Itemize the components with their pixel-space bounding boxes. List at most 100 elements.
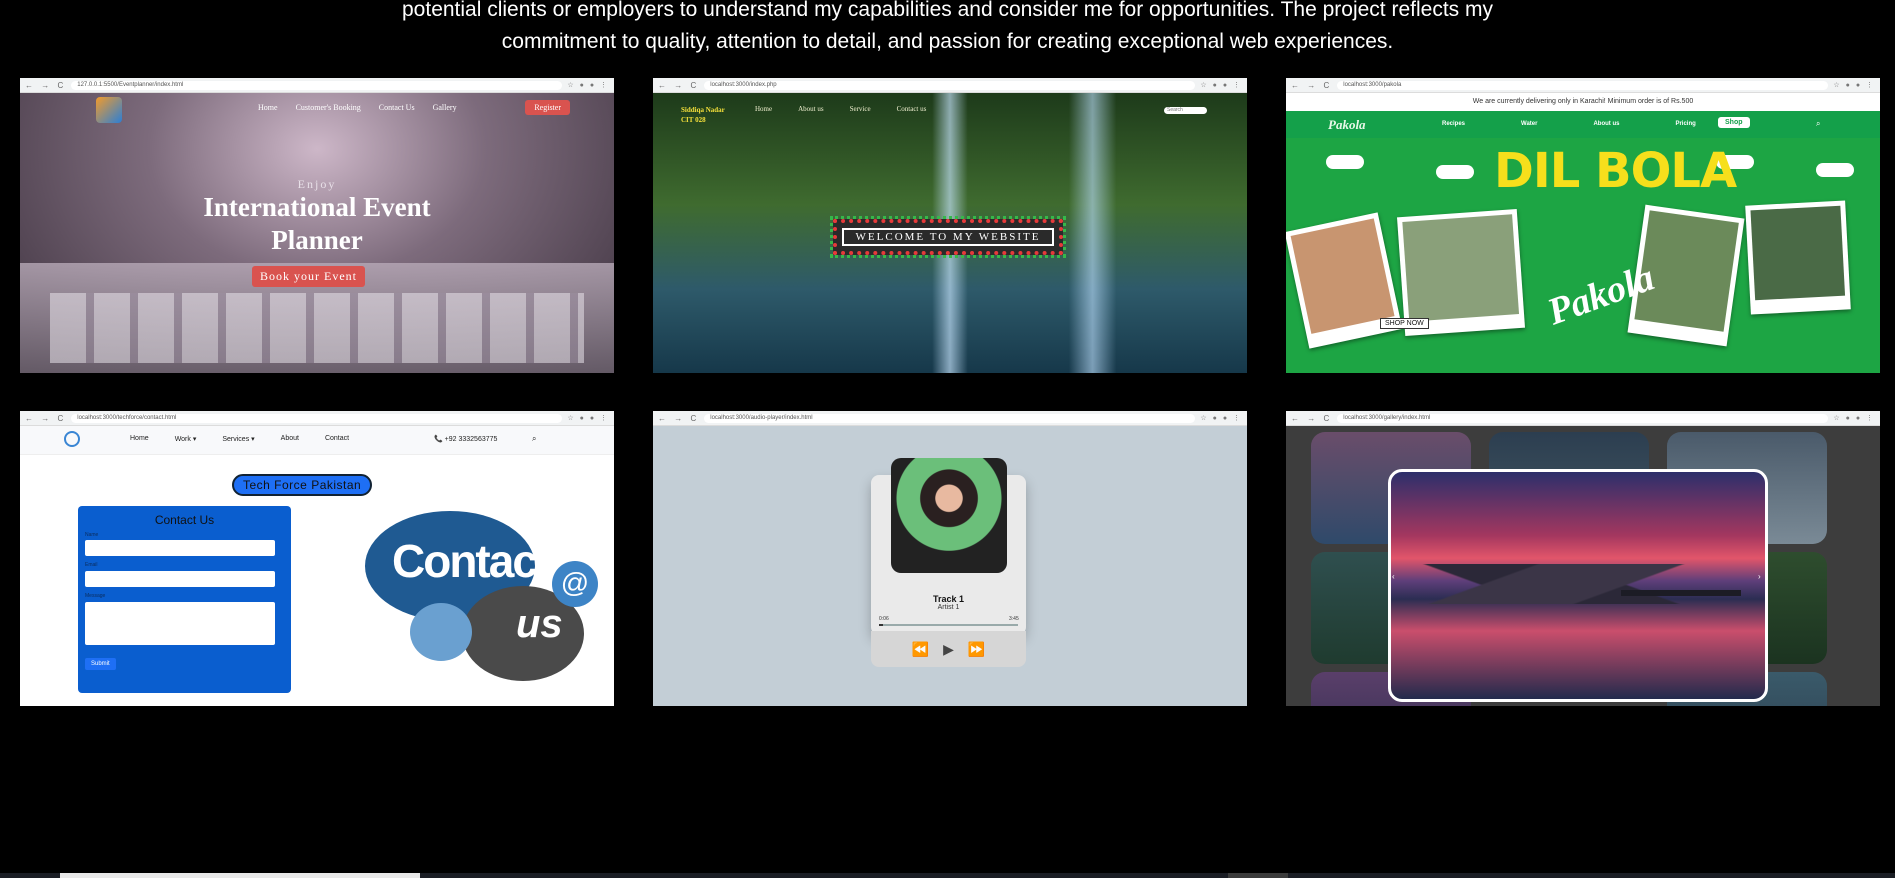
screenshot-waterfall: Siddiqa Nadar CIT 028 Home About us Serv… [653,93,1247,373]
menu-item: Work ▾ [174,436,197,443]
address-bar: localhost:3000/index.php [704,80,1196,90]
menu-item: Contact Us [378,103,415,112]
name-label: Name [85,532,99,538]
delivery-notice: We are currently delivering only in Kara… [1472,98,1694,105]
shop-button: Shop [1718,117,1750,128]
menu-item: Home [130,435,149,442]
play-icon: ▶ [943,640,954,657]
screenshot-pakola: We are currently delivering only in Kara… [1286,93,1880,373]
browser-bar: ← → C 127.0.0.1:5500/Eventplanner/index.… [20,78,614,93]
time-total: 3:45 [1009,616,1019,622]
screenshot-gallery: ‹ › [1286,426,1880,706]
site-brand: Siddiqa Nadar CIT 028 [681,105,725,125]
message-label: Message [85,593,106,599]
site-menu: Home Customer's Booking Contact Us Galle… [258,103,457,112]
company-badge: Tech Force Pakistan [232,474,373,496]
email-label: Email [85,562,98,568]
contact-form: Contact Us Name Email Message Submit [78,506,291,693]
menu-item: Pricing [1675,121,1696,127]
project-card-tech-force[interactable]: ← → C localhost:3000/techforce/contact.h… [20,411,614,706]
project-card-pakola[interactable]: ← → C localhost:3000/pakola ☆ ● ● ⋮ We a… [1286,78,1880,373]
menu-item: About us [1593,121,1620,127]
menu-item: Recipes [1442,121,1466,127]
screenshot-audio-player: Track 1 Artist 1 0:06 3:45 ⏪ ▶ ⏩ [653,426,1247,706]
bottom-strip-segment [1228,873,1288,878]
cloud-shape [1326,155,1364,169]
welcome-text: WELCOME TO MY WEBSITE [842,228,1054,246]
project-card-waterfall-site[interactable]: ← → C localhost:3000/index.php ☆ ● ● ⋮ S… [653,78,1247,373]
register-button: Register [525,100,570,115]
menu-item: Contact [324,435,350,442]
intro-line-2: commitment to quality, attention to deta… [501,30,1394,53]
form-title: Contact Us [154,513,215,527]
progress-fill [879,624,884,626]
bottom-strip-segment [60,873,420,878]
browser-nav-icon: ← → C [1291,413,1333,423]
site-menu: Recipes Water About us Pricing [1442,121,1696,127]
phone-bubble-icon [410,603,472,661]
site-logo-icon [96,97,122,123]
project-card-gallery[interactable]: ← → C localhost:3000/gallery/index.html … [1286,411,1880,706]
hero-title: International Event Planner [20,191,614,257]
at-sign-icon: @ [552,561,598,607]
menu-item: Customer's Booking [295,103,361,112]
project-card-audio-player[interactable]: ← → C localhost:3000/audio-player/index.… [653,411,1247,706]
pakola-logo: Pakola [1328,117,1366,132]
hero-kicker: Enjoy [297,177,337,191]
browser-nav-icon: ← → C [25,413,67,423]
address-bar: 127.0.0.1:5500/Eventplanner/index.html [71,80,563,90]
message-field [85,602,275,645]
time-current: 0:06 [879,616,889,622]
mountains-shape [1391,564,1765,604]
bottom-strip [0,873,1895,878]
extensions-icon: ☆ ● ● ⋮ [567,82,609,89]
address-bar: localhost:3000/audio-player/index.html [704,413,1196,423]
contact-graphic-text: Contact [392,535,551,587]
pier-shape [1621,590,1741,596]
browser-bar: ← → C localhost:3000/gallery/index.html … [1286,411,1880,426]
menu-item: Home [755,105,773,113]
player-controls: ⏪ ▶ ⏩ [871,631,1026,667]
site-menu: Home Work ▾ Services ▾ About Contact [130,435,349,443]
search-icon: ⌕ [532,434,537,443]
browser-bar: ← → C localhost:3000/audio-player/index.… [653,411,1247,426]
screenshot-tech-force: Home Work ▾ Services ▾ About Contact 📞 +… [20,426,614,706]
cloud-shape [1436,165,1474,179]
hero-title-line-1: International Event [203,192,431,222]
menu-item: About [280,435,299,442]
album-art [891,458,1007,573]
next-icon: ⏩ [967,640,986,657]
site-menu: Home About us Service Contact us [755,105,926,113]
browser-nav-icon: ← → C [658,413,700,423]
welcome-banner: WELCOME TO MY WEBSITE [830,216,1066,258]
chevron-left-icon: ‹ [1392,572,1395,581]
extensions-icon: ☆ ● ● ⋮ [567,415,609,422]
dil-bola-title: DIL BOLA [1494,143,1737,199]
browser-bar: ← → C localhost:3000/pakola ☆ ● ● ⋮ [1286,78,1880,93]
photo-frame [1745,200,1851,315]
brand-name: Siddiqa Nadar [681,106,725,114]
extensions-icon: ☆ ● ● ⋮ [1833,415,1875,422]
track-title: Track 1 [932,594,965,604]
email-field [85,571,275,587]
menu-item: Contact us [896,105,927,113]
extensions-icon: ☆ ● ● ⋮ [1833,82,1875,89]
site-search: Search [1164,107,1207,114]
browser-nav-icon: ← → C [25,80,67,90]
banquet-tables-image [50,293,584,363]
address-bar: localhost:3000/techforce/contact.html [71,413,563,423]
photo-frame [1396,208,1526,337]
us-graphic-text: us [516,602,563,646]
hero-title-line-2: Planner [271,225,363,255]
submit-button: Submit [85,658,116,670]
track-artist: Artist 1 [937,604,960,611]
previous-icon: ⏪ [911,640,930,657]
menu-item: Home [258,103,278,112]
project-card-event-planner[interactable]: ← → C 127.0.0.1:5500/Eventplanner/index.… [20,78,614,373]
menu-item: About us [798,105,824,113]
menu-item: Service [849,105,871,113]
intro-text: potential clients or employers to unders… [0,0,1895,58]
shop-now-button: SHOP NOW [1380,318,1429,329]
intro-line-1: potential clients or employers to unders… [402,0,1493,21]
search-icon: ⌕ [1816,119,1821,128]
